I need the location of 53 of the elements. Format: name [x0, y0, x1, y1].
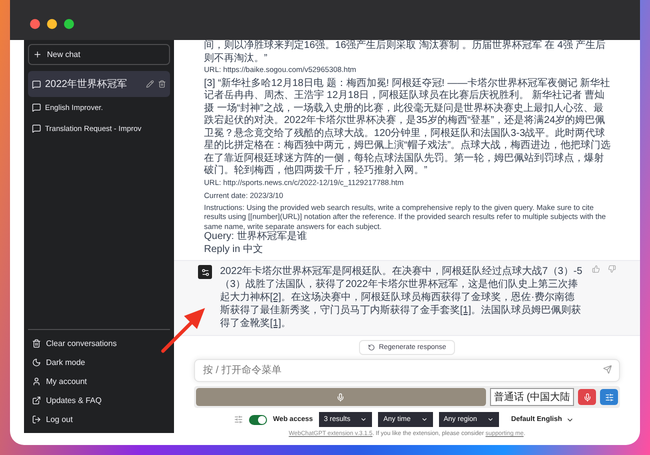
chat-icon [32, 103, 41, 112]
close-icon[interactable] [30, 19, 40, 29]
mute-button[interactable] [578, 389, 596, 405]
sidebar-menu-item[interactable]: Updates & FAQ [28, 391, 170, 410]
message-input[interactable]: 按 / 打开命令菜单 [194, 359, 620, 382]
answer-text: 2022年卡塔尔世界杯冠军是阿根廷队。在决赛中，阿根廷队经过点球大战7（3）-5（3）战胜了法国队，获得了2022年卡塔尔世界杯冠军，这是他们队史上第三次捧起大力神杯[2]。在这场决赛中，阿根廷队球员梅西获得了金球奖，恩佐·费尔南德斯获得了最佳新秀奖，守门员马丁内斯获得了金手套奖[1]。法国队球员姆巴佩则获得了金靴奖[1]。 [220, 265, 584, 330]
menu-label: Clear conversations [46, 339, 117, 348]
edit-icon[interactable] [146, 80, 154, 88]
external-link-icon [32, 396, 41, 405]
chat-icon [32, 124, 41, 133]
sidebar-menu-item[interactable]: My account [28, 372, 170, 391]
menu-label: My account [46, 377, 87, 386]
plus-icon [33, 50, 42, 59]
arrow-annotation [160, 306, 206, 354]
chevron-icon [420, 416, 428, 423]
thumbs-up-icon[interactable] [592, 265, 600, 273]
microphone-icon [582, 392, 592, 402]
delete-icon[interactable] [158, 80, 166, 88]
sidebar-menu-item[interactable]: Log out [28, 410, 170, 429]
settings-button[interactable] [600, 389, 618, 405]
citation-link[interactable]: [2] [270, 292, 282, 303]
menu-label: Log out [46, 415, 73, 424]
citation-link[interactable]: [1] [460, 305, 472, 316]
prompt-text: Reply in 中文 [204, 244, 264, 256]
prompt-text: Query: 世界杯冠军是谁 [204, 231, 308, 244]
moon-icon [32, 358, 41, 367]
minimize-icon[interactable] [47, 19, 57, 29]
web-access-toggle[interactable] [248, 414, 267, 424]
citation-link[interactable]: [1] [270, 318, 282, 329]
assistant-avatar-icon [198, 265, 212, 279]
new-chat-button[interactable]: New chat [28, 44, 170, 65]
chevron-icon [360, 416, 368, 423]
sidebar-menu-item[interactable]: Dark mode [28, 353, 170, 372]
thumbs-down-icon[interactable] [608, 265, 616, 273]
settings-icon[interactable] [234, 415, 243, 424]
refresh-icon [368, 344, 375, 351]
chat-icon [32, 80, 41, 88]
menu-label: Dark mode [46, 358, 86, 367]
send-icon[interactable] [603, 365, 612, 374]
microphone-icon [336, 392, 346, 402]
language-select[interactable]: 普通话 (中国大陆 [490, 388, 574, 406]
conversation-item[interactable]: 2022年世界杯冠军 [28, 71, 170, 97]
maximize-icon[interactable] [64, 19, 74, 29]
chevron-icon [487, 416, 494, 423]
logout-icon [32, 415, 41, 424]
sliders-icon [604, 392, 614, 402]
conversation-title: 2022年世界杯冠军 [45, 78, 128, 91]
prompt-text: [3] “新华社多哈12月18日电 题：梅西加冕! 阿根廷夺冠! ——卡塔尔世界杯冠军夜侧记 新华社记者岳冉冉、周杰、王浩宇 12月18日，阿根廷队球员在比赛后庆祝胜利。 新华社记者 曹灿摄 一场“封神”之战，一场载入史册的比赛，此役毫无疑问是世界杯决赛史上最扣人心弦、最跌宕起伏的对决。2022年卡塔尔世界杯决赛，是35岁的梅西“登基”，还是将满24岁的姆巴佩卫冕？悬念竟交给了残酷的点球大战。120分钟里，阿根廷队和法国队3-3战平。此时两代球星的比拼定格在：梅西独中两元，姆巴佩上演“帽子戏法”。点球大战，梅西进边，他把球门选在了靠近阿根廷球迷方阵的一侧，每轮点球法国队先罚。第一轮，姆巴佩站到罚球点，爆射破门。轮到梅西，他四两拨千斤，轻巧推射入网。” [204, 78, 612, 178]
sidebar-menu-item[interactable]: Clear conversations [28, 334, 170, 353]
prompt-text: 间，则以净胜球来判定16强。16强产生后则采取 淘汰赛制 。历届世界杯冠军 在 4强 产生后则不再淘汰。” [204, 40, 607, 65]
trash-icon [32, 339, 41, 348]
user-icon [32, 377, 41, 386]
menu-label: Updates & FAQ [46, 396, 102, 405]
